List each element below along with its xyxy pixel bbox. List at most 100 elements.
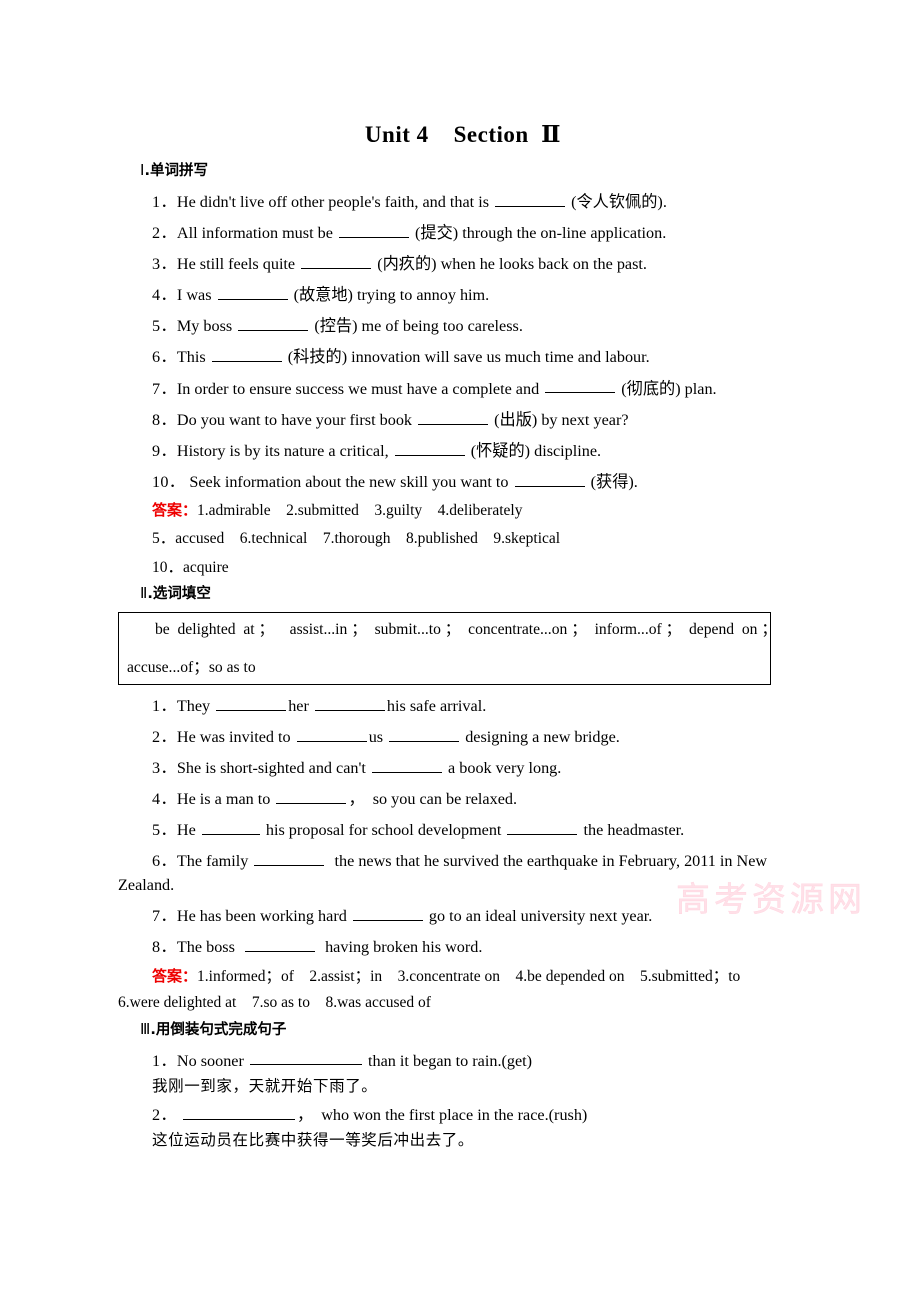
answer-blank[interactable] (211, 346, 282, 363)
question-item: 7．He has been working hard go to an idea… (118, 905, 808, 924)
question-item: 4．I was (故意地) trying to annoy him. (118, 284, 808, 303)
answer-blank[interactable] (238, 315, 309, 332)
answer-blank[interactable] (394, 440, 465, 456)
question-item: 8．Do you want to have your first book (出… (118, 409, 808, 428)
question-hint: (控告) me of being too careless. (310, 317, 523, 336)
question-hint: (出版) by next year? (490, 410, 629, 429)
question-item: 1．He didn't live off other people's fait… (118, 191, 808, 210)
page-title: Unit 4 Section Ⅱ (364, 122, 562, 147)
answer-blank[interactable] (514, 471, 585, 487)
question-item: 1．No sooner than it began to rain.(get) (118, 1050, 808, 1069)
section-heading-3: Ⅲ.用倒装句式完成句子 (118, 1021, 808, 1038)
question-number: 8． (152, 938, 177, 957)
answer-blank[interactable] (338, 222, 409, 238)
question-text: a book very long. (443, 758, 562, 777)
chinese-translation: 这位运动员在比赛中获得一等奖后冲出去了。 (152, 1131, 475, 1150)
question-item: 7．In order to ensure success we must hav… (118, 378, 808, 397)
answer-blank[interactable] (296, 726, 367, 742)
question-text: In order to ensure success we must have … (176, 379, 544, 398)
answer-blank[interactable] (249, 1050, 362, 1066)
question-item: 2．He was invited to us designing a new b… (118, 726, 808, 745)
section-heading-2: Ⅱ.选词填空 (118, 587, 808, 602)
question-number: 1． (152, 696, 177, 715)
question-text: designing a new bridge. (461, 727, 620, 746)
answer-blank[interactable] (545, 378, 616, 394)
question-item: 5．My boss (控告) me of being too careless. (118, 315, 808, 334)
question-text: History is by its nature a critical, (176, 441, 393, 460)
word-bank-row: accuse...of；so as to (127, 659, 256, 677)
question-hint: (令人钦佩的). (567, 192, 667, 211)
question-number: 4． (152, 286, 177, 305)
answer-blank[interactable] (507, 819, 578, 835)
question-item: 1．They her his safe arrival. (118, 695, 808, 714)
word-bank-box: be delighted at ； assist...in ； submit..… (118, 612, 777, 685)
question-text: his safe arrival. (386, 696, 487, 715)
answer-text: 6.were delighted at 7.so as to 8.was acc… (118, 994, 431, 1012)
question-text: He didn't live off other people's faith,… (176, 192, 494, 211)
question-number: 3． (152, 758, 177, 777)
question-number: 5． (152, 820, 177, 839)
question-text: the headmaster. (579, 820, 685, 839)
answer-blank[interactable] (244, 936, 315, 953)
question-item: 8．The boss having broken his word. (118, 936, 808, 955)
answer-blank[interactable] (314, 695, 385, 711)
question-text: his proposal for school development (261, 820, 506, 839)
question-item: 9．History is by its nature a critical, (… (118, 440, 808, 459)
question-text: No sooner (176, 1051, 248, 1070)
question-number: 10． (152, 472, 186, 491)
question-hint: (科技的) innovation will save us much time … (283, 348, 650, 367)
question-text: the news that he survived the earthquake… (326, 851, 768, 870)
question-text: her (288, 696, 313, 715)
question-item: 6．The family the news that he survived t… (118, 850, 808, 869)
question-text: They (176, 696, 215, 715)
question-hint: (内疚的) when he looks back on the past. (373, 255, 647, 274)
document-page: 高考资源网 Unit 4 Section Ⅱ Ⅰ.单词拼写 1．He didn'… (0, 0, 920, 1302)
answer-row: 答案：1.admirable 2.submitted 3.guilty 4.de… (118, 502, 808, 519)
answer-blank[interactable] (352, 905, 423, 922)
question-number: 1． (152, 192, 177, 211)
question-text: having broken his word. (316, 938, 483, 957)
section-title-3: .用倒装句式完成句子 (150, 1021, 287, 1038)
question-text: The family (176, 851, 253, 870)
question-item: 2． ， who won the first place in the race… (118, 1104, 808, 1123)
question-number: 1． (152, 1051, 177, 1070)
question-number: 7． (152, 907, 177, 926)
question-text: This (176, 348, 210, 367)
question-text: He has been working hard (176, 907, 351, 926)
answer-blank[interactable] (301, 253, 372, 270)
question-text: He (176, 820, 200, 839)
question-item: 3．She is short-sighted and can't a book … (118, 757, 808, 776)
question-hint: (故意地) trying to annoy him. (289, 286, 490, 305)
answer-blank[interactable] (418, 409, 489, 425)
answer-blank[interactable] (216, 695, 287, 711)
answer-blank[interactable] (389, 726, 460, 742)
question-text: She is short-sighted and can't (176, 758, 370, 777)
question-number: 2． (152, 727, 177, 746)
question-hint: (怀疑的) discipline. (466, 441, 602, 460)
answer-blank[interactable] (201, 819, 260, 835)
question-text: than it began to rain.(get) (363, 1051, 533, 1070)
question-text: us (368, 727, 388, 746)
question-text: He still feels quite (176, 255, 300, 274)
question-text: The boss (176, 938, 243, 957)
chinese-translation: 我刚一到家，天就开始下雨了。 (152, 1076, 378, 1095)
answer-blank[interactable] (217, 284, 288, 301)
answer-blank[interactable] (182, 1104, 295, 1121)
question-number: 8． (152, 410, 177, 429)
answer-row: 5．accused 6.technical 7.thorough 8.publi… (118, 530, 808, 547)
answer-blank[interactable] (371, 757, 442, 773)
question-number: 7． (152, 379, 177, 398)
answer-blank[interactable] (495, 191, 566, 207)
answer-blank[interactable] (276, 788, 347, 804)
document-content: Unit 4 Section Ⅱ Ⅰ.单词拼写 1．He didn't live… (118, 0, 808, 1149)
answer-blank[interactable] (254, 850, 325, 866)
question-number: 3． (152, 255, 177, 274)
question-number: 6． (152, 348, 177, 367)
answer-row: 6.were delighted at 7.so as to 8.was acc… (118, 994, 808, 1011)
word-bank-row: be delighted at ； assist...in ； submit..… (155, 621, 777, 639)
question-text: I was (176, 286, 216, 305)
section-title-2: .选词填空 (147, 586, 211, 603)
question-text: He was invited to (176, 727, 295, 746)
answer-text: 10．acquire (152, 558, 229, 576)
answer-row: 答案：1.informed；of 2.assist；in 3.concentra… (118, 968, 808, 985)
